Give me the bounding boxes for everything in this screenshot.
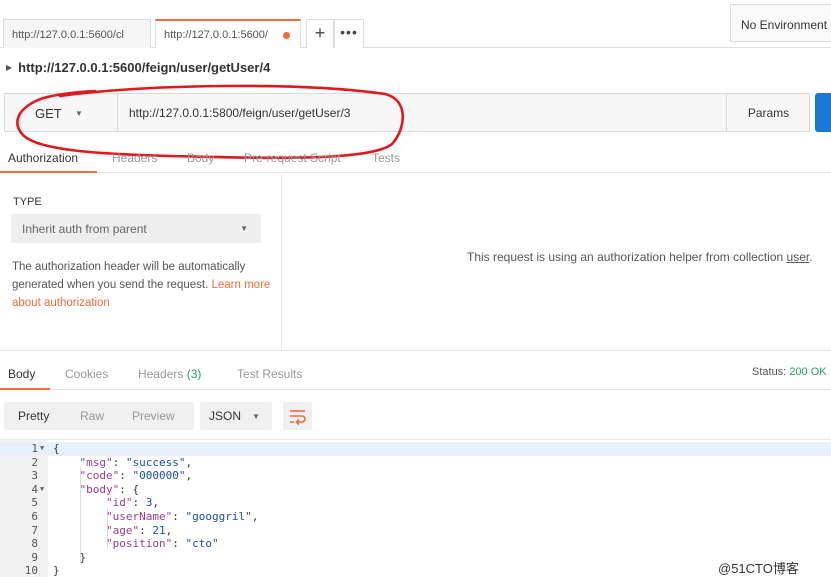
- code-text: "id": 3,: [105, 496, 159, 510]
- line-number: 2: [31, 455, 38, 469]
- status-label: Status:: [752, 366, 787, 378]
- line-number: 1: [31, 442, 38, 455]
- collection-link[interactable]: user: [787, 250, 810, 264]
- line-number: 8: [31, 537, 38, 551]
- code-text: }: [53, 550, 87, 564]
- tab-test-results[interactable]: Test Results: [237, 367, 302, 381]
- chevron-down-icon: ▼: [75, 109, 83, 118]
- code-line: 7 "age": 21,: [0, 524, 831, 538]
- code-text: "age": 21,: [105, 523, 173, 537]
- caret-right-icon: ▶: [6, 63, 13, 72]
- code-line: 9 }: [0, 551, 831, 565]
- tab-response-body[interactable]: Body: [8, 367, 35, 381]
- send-button[interactable]: [815, 93, 831, 132]
- method-label: GET: [35, 106, 62, 121]
- code-line: 10}: [0, 564, 831, 578]
- new-tab-button[interactable]: +: [306, 19, 334, 48]
- fold-toggle-icon[interactable]: ▼: [40, 442, 44, 456]
- code-text: }: [53, 564, 60, 578]
- tab-body[interactable]: Body: [187, 151, 214, 165]
- auth-help-text: The authorization header will be automat…: [12, 258, 272, 312]
- status-value: 200 OK: [789, 366, 827, 378]
- chevron-down-icon: ▼: [240, 224, 248, 233]
- more-tabs-button[interactable]: •••: [334, 19, 364, 48]
- code-line: 4 ▼ "body": {: [0, 483, 831, 497]
- unsaved-dot-icon: [283, 32, 290, 39]
- active-tab-indicator: [0, 388, 50, 390]
- line-number: 7: [31, 523, 38, 537]
- method-select[interactable]: GET ▼: [5, 94, 118, 131]
- code-text: "position": "cto": [105, 537, 219, 551]
- tab-cookies[interactable]: Cookies: [65, 367, 108, 381]
- request-name[interactable]: ▶ http://127.0.0.1:5600/feign/user/getUse…: [6, 60, 270, 75]
- auth-type-value: Inherit auth from parent: [22, 222, 147, 236]
- line-number: 3: [31, 469, 38, 483]
- line-number: 4: [31, 482, 38, 496]
- code-line: 5 "id": 3,: [0, 496, 831, 510]
- code-line: 6 "userName": "googgril",: [0, 510, 831, 524]
- tab-authorization[interactable]: Authorization: [8, 151, 78, 165]
- code-text: {: [53, 442, 60, 455]
- code-text: "userName": "googgril",: [105, 510, 259, 523]
- url-bar: GET ▼ http://127.0.0.1:5800/feign/user/g…: [4, 93, 810, 132]
- headers-label: Headers: [138, 367, 184, 381]
- active-tab-indicator: [0, 171, 97, 173]
- format-toggle-group: Pretty Raw Preview: [4, 402, 194, 430]
- response-toolbar: Pretty Raw Preview JSON ▼: [0, 391, 831, 439]
- params-button[interactable]: Params: [726, 94, 810, 131]
- environment-select[interactable]: No Environment: [730, 4, 831, 42]
- request-name-text: http://127.0.0.1:5600/feign/user/getUser…: [18, 60, 271, 75]
- chevron-down-icon: ▼: [252, 412, 260, 421]
- line-number: 10: [24, 564, 38, 578]
- auth-helper-message: This request is using an authorization h…: [467, 250, 813, 264]
- line-number: 6: [31, 510, 38, 523]
- tab-tests[interactable]: Tests: [372, 151, 400, 165]
- response-body-viewer[interactable]: 1 ▼{2 "msg": "success", 3 "code": "000000"…: [0, 439, 831, 578]
- auth-type-select[interactable]: Inherit auth from parent ▼: [11, 214, 261, 243]
- line-number: 9: [31, 550, 38, 564]
- tab-headers[interactable]: Headers: [112, 151, 157, 165]
- wrap-lines-button[interactable]: [283, 402, 312, 430]
- auth-type-label: TYPE: [13, 196, 42, 208]
- fold-toggle-icon[interactable]: ▼: [40, 483, 44, 497]
- code-line: 3 "code": "000000",: [0, 469, 831, 483]
- auth-helper-text: This request is using an authorization h…: [467, 250, 784, 264]
- language-value: JSON: [209, 409, 242, 423]
- watermark: @51CTO博客: [718, 561, 799, 576]
- headers-count-badge: (3): [186, 367, 202, 381]
- preview-button[interactable]: Preview: [132, 409, 175, 423]
- language-select[interactable]: JSON ▼: [200, 402, 272, 430]
- code-text: "code": "000000",: [79, 469, 193, 483]
- pretty-button[interactable]: Pretty: [18, 409, 49, 423]
- raw-button[interactable]: Raw: [80, 409, 104, 423]
- response-status: Status: 200 OK: [752, 366, 827, 378]
- code-text: "body": {: [79, 482, 140, 496]
- url-input[interactable]: http://127.0.0.1:5800/feign/user/getUser…: [119, 94, 725, 131]
- request-tab-label: http://127.0.0.1:5600/cli/use: [12, 29, 124, 41]
- wrap-lines-icon: [290, 410, 306, 426]
- code-line: 1 ▼ {: [0, 442, 831, 456]
- request-tab-2-active[interactable]: http://127.0.0.1:5600/: [155, 19, 301, 48]
- tab-pre-request-script[interactable]: Pre-request Script: [244, 151, 341, 165]
- request-tab-1[interactable]: http://127.0.0.1:5600/cli/use: [3, 19, 151, 48]
- response-tabs: Body Cookies Headers (3) Test Results St…: [0, 350, 831, 390]
- code-line: 8 "position": "cto": [0, 537, 831, 551]
- code-text: "msg": "success",: [79, 455, 193, 469]
- request-tab-label: http://127.0.0.1:5600/: [164, 29, 268, 41]
- tab-strip: http://127.0.0.1:5600/cli/use http://127…: [0, 0, 831, 48]
- auth-settings-panel: TYPE Inherit auth from parent ▼ The auth…: [0, 174, 282, 350]
- request-tabs: Authorization Headers Body Pre-request S…: [0, 146, 831, 173]
- code-line: 2 "msg": "success",: [0, 456, 831, 470]
- line-number: 5: [31, 496, 38, 510]
- tab-response-headers[interactable]: Headers (3): [138, 367, 201, 381]
